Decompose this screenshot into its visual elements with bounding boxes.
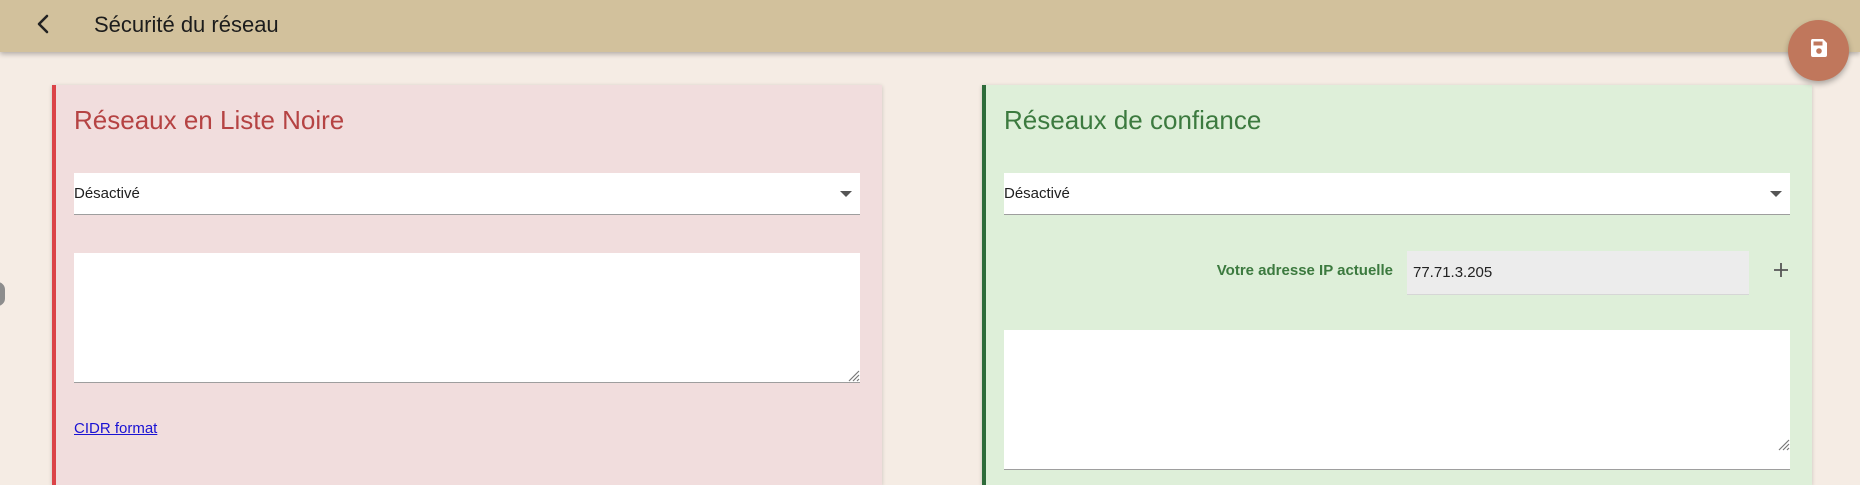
add-ip-button[interactable] — [1765, 256, 1797, 288]
dropdown-arrow-icon — [840, 191, 852, 197]
resize-grip-icon[interactable] — [846, 368, 860, 382]
plus-icon — [1772, 261, 1790, 284]
save-button[interactable] — [1788, 20, 1849, 81]
blacklist-networks-textarea[interactable] — [74, 253, 860, 383]
trusted-mode-value: Désactivé — [1004, 185, 1070, 202]
blacklist-card: Réseaux en Liste Noire Désactivé CIDR fo… — [52, 85, 882, 485]
resize-grip-icon[interactable] — [1776, 437, 1790, 451]
page-title: Sécurité du réseau — [94, 12, 279, 37]
current-ip-field[interactable] — [1407, 251, 1749, 295]
trusted-networks-textarea[interactable] — [1004, 330, 1790, 470]
drawer-handle[interactable] — [0, 282, 5, 306]
blacklist-title: Réseaux en Liste Noire — [74, 105, 345, 135]
blacklist-mode-select[interactable]: Désactivé — [74, 173, 860, 215]
arrow-back-icon — [33, 13, 55, 40]
current-ip-label: Votre adresse IP actuelle — [1216, 262, 1393, 279]
dropdown-arrow-icon — [1770, 191, 1782, 197]
trusted-mode-select[interactable]: Désactivé — [1004, 173, 1790, 215]
trusted-card: Réseaux de confiance Désactivé Votre adr… — [982, 85, 1812, 485]
blacklist-mode-value: Désactivé — [74, 185, 140, 202]
back-button[interactable] — [26, 8, 62, 44]
app-bar: Sécurité du réseau — [0, 0, 1860, 52]
cidr-format-link[interactable]: CIDR format — [74, 420, 157, 437]
save-icon — [1807, 36, 1831, 65]
trusted-title: Réseaux de confiance — [1004, 105, 1262, 135]
